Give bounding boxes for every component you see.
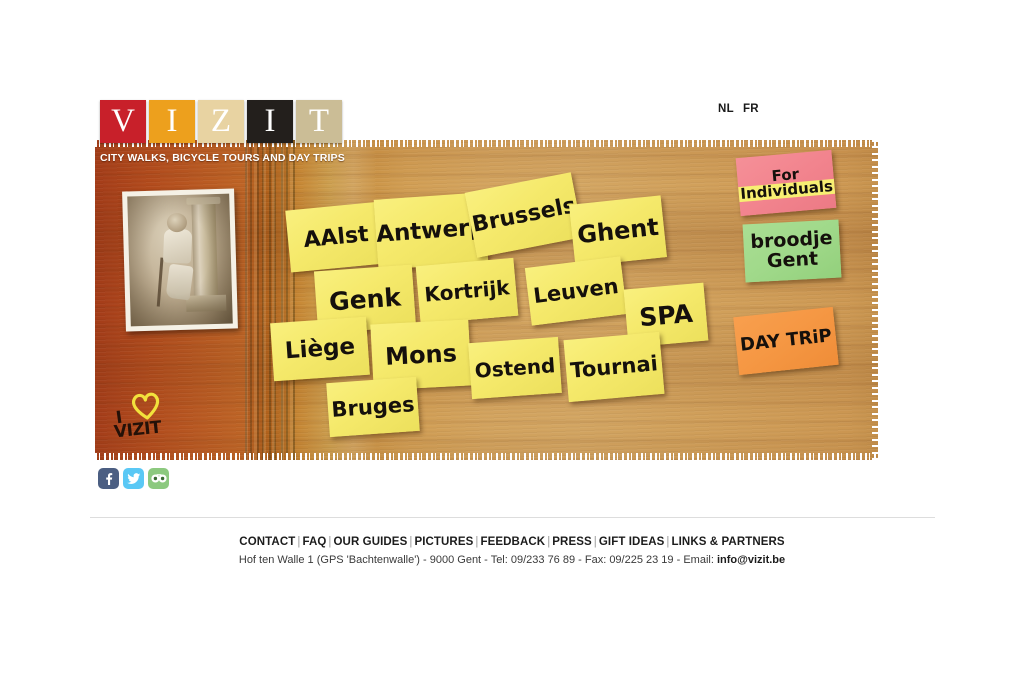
- sticky-note-tournai[interactable]: Tournai: [563, 331, 665, 403]
- sticky-note-label: SPA: [638, 298, 694, 332]
- sticky-note-label: Genk: [328, 282, 402, 316]
- site-tagline: CITY WALKS, BICYCLE TOURS AND DAY TRIPS: [100, 151, 345, 164]
- logo-tile-v: V: [100, 100, 146, 143]
- sticky-note-label: Leuven: [532, 273, 620, 309]
- logo-tile-i2: I: [247, 100, 293, 143]
- site-logo[interactable]: V I Z I T CITY WALKS, BICYCLE TOURS AND …: [100, 100, 350, 170]
- language-link-fr[interactable]: FR: [743, 103, 759, 115]
- i-love-word-vizit: VIZIT: [113, 417, 163, 443]
- page-footer: CONTACT | FAQ | OUR GUIDES | PICTURES | FEEDBACK…: [0, 534, 1024, 566]
- promo-note-broodje-gent[interactable]: broodje Gent: [742, 219, 842, 283]
- footer-nav-press[interactable]: PRESS: [552, 536, 592, 548]
- footer-navigation: CONTACT | FAQ | OUR GUIDES | PICTURES | FEEDBACK…: [0, 534, 1024, 550]
- sticky-note-label: Ghent: [575, 212, 661, 250]
- vintage-photo-image: [127, 193, 233, 327]
- footer-nav-gift-ideas[interactable]: GIFT IDEAS: [599, 536, 665, 548]
- sticky-note-label: Liège: [284, 333, 356, 365]
- sticky-note-label: Brussels: [470, 192, 578, 238]
- photo-vignette: [127, 193, 233, 327]
- footer-nav-separator: |: [666, 536, 670, 548]
- promo-note-line1: DAY TRiP: [739, 324, 833, 356]
- footer-nav-links-partners[interactable]: LINKS & PARTNERS: [672, 536, 785, 548]
- sticky-note-aalst[interactable]: AAlst: [285, 201, 387, 273]
- language-link-nl[interactable]: NL: [718, 103, 734, 115]
- footer-address: Hof ten Walle 1 (GPS 'Bachtenwalle') - 9…: [0, 554, 1024, 566]
- sticky-note-label: Kortrijk: [423, 275, 511, 307]
- footer-email-link[interactable]: info@vizit.be: [717, 554, 785, 566]
- sticky-note-ostend[interactable]: Ostend: [468, 336, 562, 400]
- sticky-note-leuven[interactable]: Leuven: [524, 256, 628, 326]
- facebook-icon[interactable]: [98, 468, 119, 489]
- page-root: NL FR V I Z I T CITY WALKS, BICYCLE TOUR…: [0, 0, 1024, 682]
- promo-note-highlight: Individuals: [737, 176, 836, 203]
- footer-nav-separator: |: [328, 536, 332, 548]
- footer-nav-separator: |: [593, 536, 597, 548]
- promo-note-for-individuals[interactable]: For Individuals: [735, 149, 837, 217]
- footer-nav-contact[interactable]: CONTACT: [239, 536, 295, 548]
- sticky-note-bruges[interactable]: Bruges: [326, 376, 420, 438]
- board-edge-right: [872, 140, 878, 460]
- promo-note-line2: Gent: [766, 247, 819, 273]
- promo-note-line2: Individuals: [737, 176, 836, 203]
- vintage-photo: [122, 188, 238, 332]
- language-switcher: NL FR: [718, 103, 759, 115]
- board-edge-bottom: [95, 453, 878, 460]
- footer-divider: [90, 517, 935, 518]
- footer-nav-feedback[interactable]: FEEDBACK: [480, 536, 545, 548]
- social-links: [98, 468, 169, 489]
- logo-tile-t: T: [296, 100, 342, 143]
- striped-fabric-highlight: [245, 140, 295, 460]
- i-love-vizit-mark: I VIZIT: [113, 392, 184, 444]
- sticky-note-label: Tournai: [569, 351, 659, 383]
- footer-nav-our-guides[interactable]: OUR GUIDES: [334, 536, 408, 548]
- sticky-note-label: Ostend: [473, 353, 557, 383]
- logo-tile-i1: I: [149, 100, 195, 143]
- sticky-note-kortrijk[interactable]: Kortrijk: [415, 257, 519, 325]
- footer-nav-pictures[interactable]: PICTURES: [414, 536, 473, 548]
- tagline-bar: CITY WALKS, BICYCLE TOURS AND DAY TRIPS: [100, 147, 352, 168]
- promo-note-day-trip[interactable]: DAY TRiP: [733, 306, 839, 376]
- logo-tiles: V I Z I T: [100, 100, 342, 143]
- sticky-note-li-ge[interactable]: Liège: [270, 316, 370, 382]
- footer-address-text: Hof ten Walle 1 (GPS 'Bachtenwalle') - 9…: [238, 554, 717, 567]
- sticky-note-label: Bruges: [330, 392, 416, 422]
- sticky-note-label: Mons: [384, 339, 458, 371]
- sticky-note-label: AAlst: [302, 221, 370, 253]
- twitter-icon[interactable]: [123, 468, 144, 489]
- tripadvisor-icon[interactable]: [148, 468, 169, 489]
- footer-nav-faq[interactable]: FAQ: [302, 536, 326, 548]
- logo-tile-z: Z: [198, 100, 244, 143]
